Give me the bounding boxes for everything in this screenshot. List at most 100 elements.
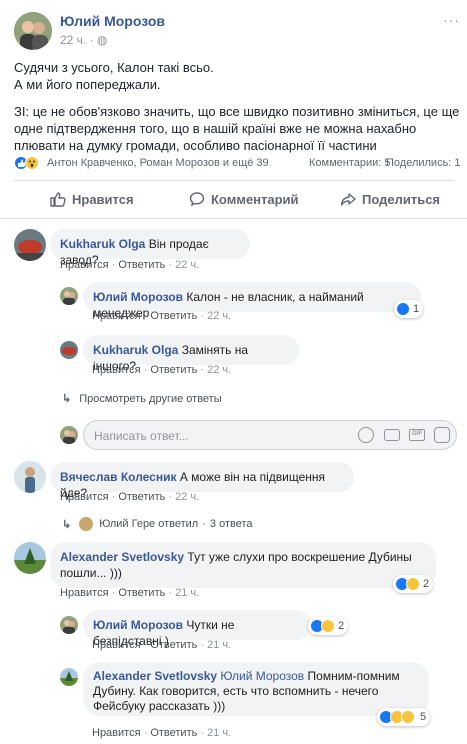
avatar[interactable] [60,341,78,359]
comment-author[interactable]: Юлий Морозов [93,618,183,632]
comment-reply-link[interactable]: Ответить [150,364,197,376]
comment-like-link[interactable]: Нравится [92,364,141,376]
avatar[interactable] [14,461,46,493]
comment-text: Помним-помним [307,669,400,683]
avatar[interactable] [60,668,78,686]
comment-time[interactable]: 21 ч. [207,727,231,739]
reaction-count[interactable]: 1 [394,300,424,318]
post-author-avatar[interactable] [14,12,52,50]
comment-button-label: Комментарий [211,191,299,207]
comment-author[interactable]: Alexander Svetlovsky [60,550,184,564]
reply-bubble: Alexander Svetlovsky Юлий Морозов Помним… [83,662,429,716]
post-text-line: А ми його попереджали. [14,77,161,92]
divider [14,180,454,181]
comment-reply-link[interactable]: Ответить [118,259,165,271]
comment-author[interactable]: Вячеслав Колесник [60,470,176,484]
comment-time[interactable]: 21 ч. [175,587,199,599]
wow-icon [406,577,420,591]
reply-bubble: Юлий Морозов Чутки не безпідставні ) [83,610,311,648]
avatar [60,426,78,444]
avatar[interactable] [60,287,78,305]
comment-actions: Нравится · Ответить · 21 ч. [92,727,232,739]
camera-icon[interactable] [384,429,400,441]
comment-actions: Нравится · Ответить · 21 ч. [60,587,200,599]
comment-author[interactable]: Kukharuk Olga [93,343,178,357]
reply-input[interactable]: Написать ответ... GIF [83,420,457,450]
avatar[interactable] [14,542,46,574]
avatar [79,517,94,531]
thumbs-up-icon [50,192,66,207]
reactions-names[interactable]: Антон Кравченко, Роман Морозов и ещё 39 [47,157,269,169]
post-time[interactable]: 22 ч. · ◍ [60,33,107,47]
comment-like-link[interactable]: Нравится [92,639,141,651]
comment-text: пошли... ))) [60,566,122,580]
like-icon [396,302,410,316]
comment-like-link[interactable]: Нравится [92,310,141,322]
post-text: Судячи з усього, Калон такі всьо. А ми й… [14,59,459,154]
reply-arrow-icon: ↳ [62,393,72,405]
post-options-icon[interactable]: ··· [443,12,460,28]
gif-icon[interactable]: GIF [409,429,425,441]
comment-actions: Нравится · Ответить · 21 ч. [92,639,232,651]
comment-button[interactable]: Комментарий [189,191,299,207]
comment-author[interactable]: Kukharuk Olga [60,237,145,251]
comment-time[interactable]: 22 ч. [207,364,231,376]
comment-reply-link[interactable]: Ответить [150,310,197,322]
post-text-line: Судячи з усього, Калон такі всьо. [14,60,214,75]
emoji-icon[interactable] [358,427,374,443]
comments-count[interactable]: Комментарии: 5 [309,157,391,169]
comment-actions: Нравится · Ответить · 22 ч. [60,259,200,271]
comment-like-link[interactable]: Нравится [60,491,109,503]
comment-time[interactable]: 22 ч. [207,310,231,322]
comment-time[interactable]: 22 ч. [175,259,199,271]
reaction-count-number: 2 [423,578,430,590]
wow-icon [321,619,335,633]
like-button[interactable]: Нравится [50,191,134,207]
comment-bubble: Alexander Svetlovsky Тут уже слухи про в… [50,542,436,588]
share-button-label: Поделиться [362,191,441,207]
more-replies-label: Просмотреть другие ответы [79,392,222,405]
divider [0,218,467,219]
comment-text: Тут уже слухи про воскрешение Дубины [187,550,412,564]
reaction-icons[interactable] [14,156,39,170]
comment-actions: Нравится · Ответить · 22 ч. [92,310,232,322]
replied-summary[interactable]: ↳ Юлий Гере ответил · 3 ответа [62,517,252,531]
post-text-line: ЗІ: це не обов'язково значить, що все шв… [14,104,460,119]
comment-time[interactable]: 21 ч. [207,639,231,651]
reaction-count[interactable]: 2 [308,617,349,635]
comment-author[interactable]: Юлий Морозов [93,290,183,304]
comment-like-link[interactable]: Нравится [60,259,109,271]
comment-author[interactable]: Alexander Svetlovsky [93,669,217,683]
reaction-count[interactable]: 5 [377,708,431,726]
replied-summary-name: Юлий Гере ответил [99,518,199,530]
sticker-icon[interactable] [434,427,450,443]
mention-link[interactable]: Юлий Морозов [220,669,304,683]
post-text-line: одне підтвердження того, що в нашій краї… [14,121,417,136]
post-author-name[interactable]: Юлий Морозов [60,13,165,29]
comment-reply-link[interactable]: Ответить [118,587,165,599]
comment-time[interactable]: 22 ч. [175,491,199,503]
comment-like-link[interactable]: Нравится [92,727,141,739]
shares-count[interactable]: Поделились: 1 [386,157,461,169]
reply-bubble: Юлий Морозов Калон - не власник, а найма… [83,282,421,320]
comment-reply-link[interactable]: Ответить [150,639,197,651]
comment-like-link[interactable]: Нравится [60,587,109,599]
more-replies-link[interactable]: ↳ Просмотреть другие ответы [62,392,222,406]
separator: · [202,518,206,530]
share-button[interactable]: Поделиться [340,191,440,207]
comment-reply-link[interactable]: Ответить [150,727,197,739]
wow-icon [401,710,415,724]
comment-text: Фейсбуку рассказать ))) [93,699,226,713]
reaction-count[interactable]: 2 [393,575,434,593]
avatar[interactable] [60,616,78,634]
comment-text: Дубину. Как говорится, есть что вспомнит… [93,684,379,698]
comment-reply-link[interactable]: Ответить [118,491,165,503]
reaction-count-number: 2 [338,620,345,632]
avatar[interactable] [14,229,46,261]
wow-icon [25,156,39,170]
comment-bubble: Вячеслав Колесник А може він на підвищен… [50,462,354,500]
like-button-label: Нравится [72,191,134,207]
share-icon [340,193,356,206]
comment-actions: Нравится · Ответить · 22 ч. [60,491,200,503]
globe-icon: ◍ [96,33,108,47]
